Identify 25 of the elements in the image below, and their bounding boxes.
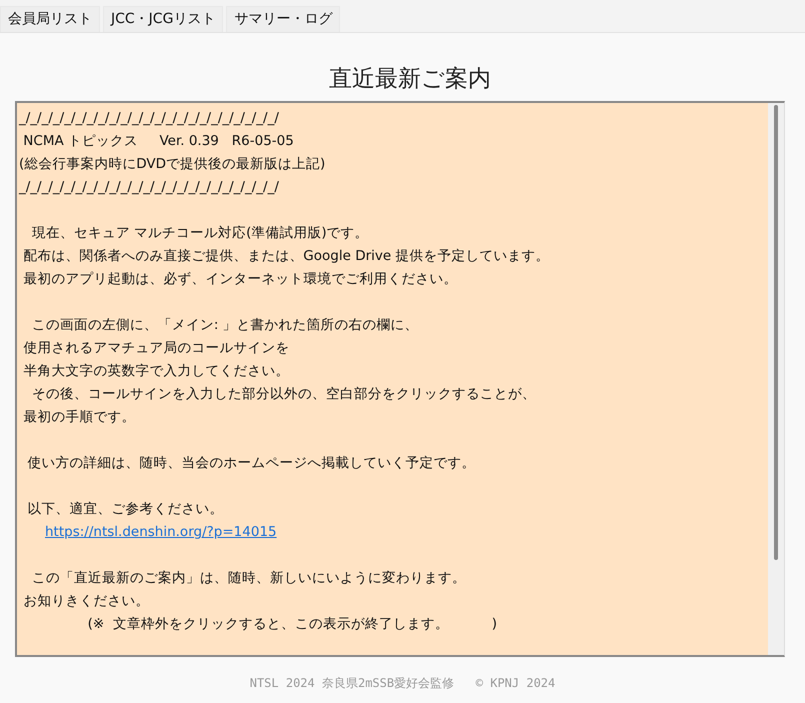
scroll-thumb[interactable] <box>774 105 778 560</box>
notice-line: 配布は、関係者へのみ直接ご提供、または、Google Drive 提供を予定しています。 <box>22 247 550 266</box>
notice-line: 最初のアプリ起動は、必ず、インターネット環境でご利用ください。 <box>22 270 458 289</box>
notice-line: 現在、セキュア マルチコール対応(準備試用版)です。 <box>30 224 370 243</box>
notice-line: 以下、適宜、ご参考ください。 <box>26 500 225 519</box>
notice-line: NCMA トピックス Ver. 0.39 R6-05-05 <box>22 132 295 151</box>
notice-line: _/_/_/_/_/_/_/_/_/_/_/_/_/_/_/_/_/_/_/_/_/_/_/ <box>19 178 280 197</box>
tab[interactable]: サマリー・ログ <box>226 6 340 32</box>
notice-line: 半角大文字の英数字で入力してください。 <box>22 362 290 381</box>
notice-line: _/_/_/_/_/_/_/_/_/_/_/_/_/_/_/_/_/_/_/_/_/_/_/ <box>19 109 280 128</box>
footer-credit: NTSL 2024 奈良県2mSSB愛好会監修 © KPNJ 2024 <box>250 675 556 692</box>
scrollbar[interactable] <box>768 103 784 655</box>
notice-line: 使用されるアマチュア局のコールサインを <box>22 339 290 358</box>
notice-heading: 直近最新ご案内 <box>328 65 492 94</box>
notice-line: (※ 文章枠外をクリックすると、この表示が終了します。 ) <box>86 615 498 634</box>
tab[interactable]: JCC・JCGリスト <box>103 6 224 32</box>
notice-line: この画面の左側に、「メイン: 」と書かれた箇所の右の欄に、 <box>30 316 420 335</box>
notice-line: その後、コールサインを入力した部分以外の、空白部分をクリックすることが、 <box>30 385 537 404</box>
notice-line: 最初の手順です。 <box>22 408 136 427</box>
link[interactable]: https://ntsl.denshin.org/?p=14015 <box>45 521 277 544</box>
tab[interactable]: 会員局リスト <box>0 6 100 32</box>
notice-line: この「直近最新のご案内」は、随時、新しいにいように変わります。 <box>30 569 467 588</box>
notice-line: お知りきください。 <box>22 592 150 611</box>
notice-line: (総会行事案内時にDVDで提供後の最新版は上記) <box>19 155 326 174</box>
notice-line: 使い方の詳細は、随時、当会のホームページへ掲載していく予定です。 <box>26 454 477 473</box>
